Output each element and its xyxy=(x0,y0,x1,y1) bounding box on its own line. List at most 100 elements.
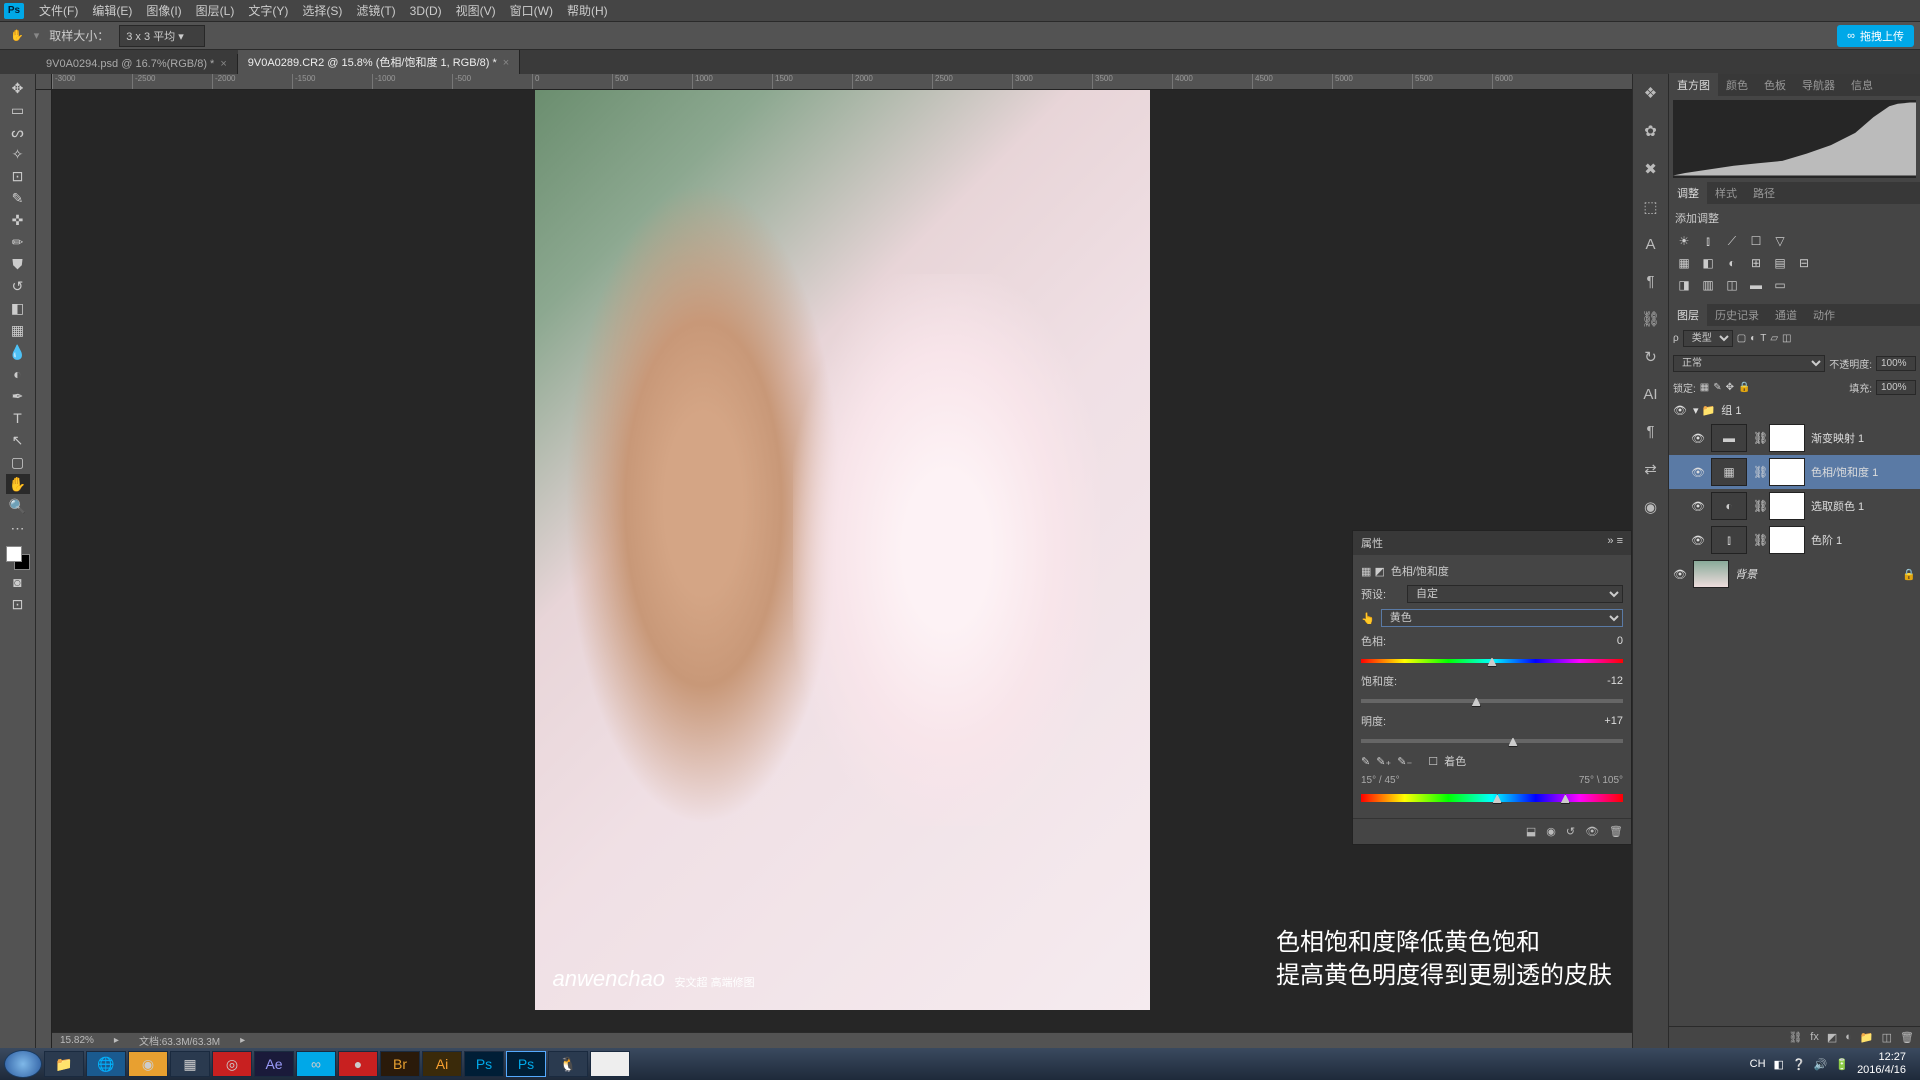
lock-trans-icon[interactable]: ▦ xyxy=(1700,382,1709,393)
selcolor-icon[interactable]: ▭ xyxy=(1771,276,1789,294)
menu-edit[interactable]: 编辑(E) xyxy=(85,2,139,19)
zoom-level[interactable]: 15.82% xyxy=(60,1035,94,1046)
preset-select[interactable]: 自定 xyxy=(1407,585,1623,603)
stamp-tool[interactable]: ⛊ xyxy=(6,254,30,274)
visibility-icon[interactable]: 👁 xyxy=(1673,568,1687,581)
layer-selcolor[interactable]: 👁 ◐⛓ 选取颜色 1 xyxy=(1669,489,1920,523)
menu-window[interactable]: 窗口(W) xyxy=(503,2,560,19)
quick-mask[interactable]: ◙ xyxy=(6,572,30,592)
colorize-label[interactable]: 着色 xyxy=(1444,753,1466,769)
tool-preset-icon[interactable]: ✖ xyxy=(1644,160,1657,178)
link-icon[interactable]: ⛓ xyxy=(1641,310,1660,328)
bw-icon[interactable]: ◧ xyxy=(1699,254,1717,272)
grid-icon[interactable]: ⊟ xyxy=(1795,254,1813,272)
levels-icon[interactable]: ⫾ xyxy=(1699,232,1717,250)
curves-icon[interactable]: ⟋ xyxy=(1723,232,1741,250)
light-value[interactable]: +17 xyxy=(1581,715,1623,727)
prev-icon[interactable]: ◉ xyxy=(1546,825,1556,838)
lookup-icon[interactable]: ▤ xyxy=(1771,254,1789,272)
gradient-tool[interactable]: ▦ xyxy=(6,320,30,340)
task-ai[interactable]: Ai xyxy=(422,1051,462,1077)
eyedropper-tool[interactable]: ✎ xyxy=(6,188,30,208)
tab-layers[interactable]: 图层 xyxy=(1669,303,1707,327)
shape-tool[interactable]: ▢ xyxy=(6,452,30,472)
align-icon[interactable]: ¶ xyxy=(1646,423,1654,440)
task-br[interactable]: Br xyxy=(380,1051,420,1077)
menu-help[interactable]: 帮助(H) xyxy=(560,2,615,19)
threshold-icon[interactable]: ◫ xyxy=(1723,276,1741,294)
filter-select[interactable]: 类型 xyxy=(1683,330,1733,347)
swap-icon[interactable]: ↻ xyxy=(1644,348,1657,366)
dodge-tool[interactable]: ◐ xyxy=(6,364,30,384)
fill-input[interactable] xyxy=(1876,380,1916,395)
menu-file[interactable]: 文件(F) xyxy=(32,2,85,19)
char-icon[interactable]: A xyxy=(1645,236,1655,253)
tab-adjustments[interactable]: 调整 xyxy=(1669,181,1707,205)
para-icon[interactable]: ¶ xyxy=(1646,273,1654,290)
sample-size-select[interactable]: 3 x 3 平均 ▾ xyxy=(119,25,204,47)
trash-icon[interactable]: 🗑 xyxy=(1900,1031,1914,1044)
tab-navigator[interactable]: 导航器 xyxy=(1794,73,1843,97)
marquee-tool[interactable]: ▭ xyxy=(6,100,30,120)
sat-slider[interactable] xyxy=(1361,695,1623,707)
adjust-panel-icon[interactable]: ✿ xyxy=(1644,122,1657,140)
layer-background[interactable]: 👁 背景 🔒 xyxy=(1669,557,1920,591)
lock-paint-icon[interactable]: ✎ xyxy=(1713,382,1721,393)
collapse-icon[interactable]: » xyxy=(1607,535,1613,547)
tab-info[interactable]: 信息 xyxy=(1843,73,1881,97)
menu-view[interactable]: 视图(V) xyxy=(449,2,503,19)
menu-image[interactable]: 图像(I) xyxy=(139,2,188,19)
blur-tool[interactable]: 💧 xyxy=(6,342,30,362)
lasso-tool[interactable]: ᔕ xyxy=(6,122,30,142)
exposure-icon[interactable]: ☐ xyxy=(1747,232,1765,250)
gradmap-icon[interactable]: ▬ xyxy=(1747,276,1765,294)
screen-mode[interactable]: ⊡ xyxy=(6,594,30,614)
lock-all-icon[interactable]: 🔒 xyxy=(1738,382,1750,393)
heal-tool[interactable]: ✜ xyxy=(6,210,30,230)
mask-icon[interactable]: ◩ xyxy=(1827,1031,1837,1044)
tab-color[interactable]: 颜色 xyxy=(1718,73,1756,97)
swap2-icon[interactable]: ⇄ xyxy=(1644,460,1657,478)
task-app5[interactable]: ● xyxy=(338,1051,378,1077)
new-group-icon[interactable]: 📁 xyxy=(1860,1031,1874,1044)
task-browser[interactable]: 🌐 xyxy=(86,1051,126,1077)
mixer-icon[interactable]: ⊞ xyxy=(1747,254,1765,272)
tab-channels[interactable]: 通道 xyxy=(1767,303,1805,327)
ai-icon[interactable]: AI xyxy=(1643,386,1657,403)
lock-pos-icon[interactable]: ✥ xyxy=(1726,382,1734,393)
eraser-tool[interactable]: ◧ xyxy=(6,298,30,318)
move-tool[interactable]: ✥ xyxy=(6,78,30,98)
color-swatch[interactable] xyxy=(6,546,30,570)
menu-layer[interactable]: 图层(L) xyxy=(189,2,242,19)
task-ps2[interactable]: Ps xyxy=(506,1051,546,1077)
tab-paths[interactable]: 路径 xyxy=(1745,181,1783,205)
poster-icon[interactable]: ▥ xyxy=(1699,276,1717,294)
light-slider[interactable] xyxy=(1361,735,1623,747)
view-icon[interactable]: 👁 xyxy=(1585,825,1599,838)
menu-filter[interactable]: 滤镜(T) xyxy=(349,2,402,19)
channel-select[interactable]: 黄色 xyxy=(1381,609,1623,627)
visibility-icon[interactable]: 👁 xyxy=(1691,500,1705,513)
clip-icon[interactable]: ⬓ xyxy=(1526,825,1536,838)
tab-doc-1[interactable]: 9V0A0294.psd @ 16.7%(RGB/8) *× xyxy=(36,54,238,74)
link-layers-icon[interactable]: ⛓ xyxy=(1788,1031,1802,1044)
tray-icon[interactable]: ◧ xyxy=(1774,1058,1784,1071)
visibility-icon[interactable]: 👁 xyxy=(1691,432,1705,445)
visibility-icon[interactable]: 👁 xyxy=(1691,466,1705,479)
eyedropper-set-icon[interactable]: ✎ xyxy=(1361,755,1370,768)
menu-3d[interactable]: 3D(D) xyxy=(403,4,449,18)
layer-group[interactable]: 👁▾ 📁组 1 xyxy=(1669,399,1920,421)
start-button[interactable] xyxy=(4,1050,42,1078)
blend-mode-select[interactable]: 正常 xyxy=(1673,355,1825,372)
task-ps1[interactable]: Ps xyxy=(464,1051,504,1077)
filter-text-icon[interactable]: T xyxy=(1760,333,1766,344)
crop-tool[interactable]: ⊡ xyxy=(6,166,30,186)
eyedropper-add-icon[interactable]: ✎₊ xyxy=(1376,755,1391,768)
path-tool[interactable]: ↖ xyxy=(6,430,30,450)
filter-adj-icon[interactable]: ◐ xyxy=(1750,333,1756,344)
tab-doc-2[interactable]: 9V0A0289.CR2 @ 15.8% (色相/饱和度 1, RGB/8) *… xyxy=(238,50,520,74)
sat-value[interactable]: -12 xyxy=(1581,675,1623,687)
filter-shape-icon[interactable]: ▱ xyxy=(1770,333,1778,344)
tab-swatches[interactable]: 色板 xyxy=(1756,73,1794,97)
task-app6[interactable] xyxy=(590,1051,630,1077)
